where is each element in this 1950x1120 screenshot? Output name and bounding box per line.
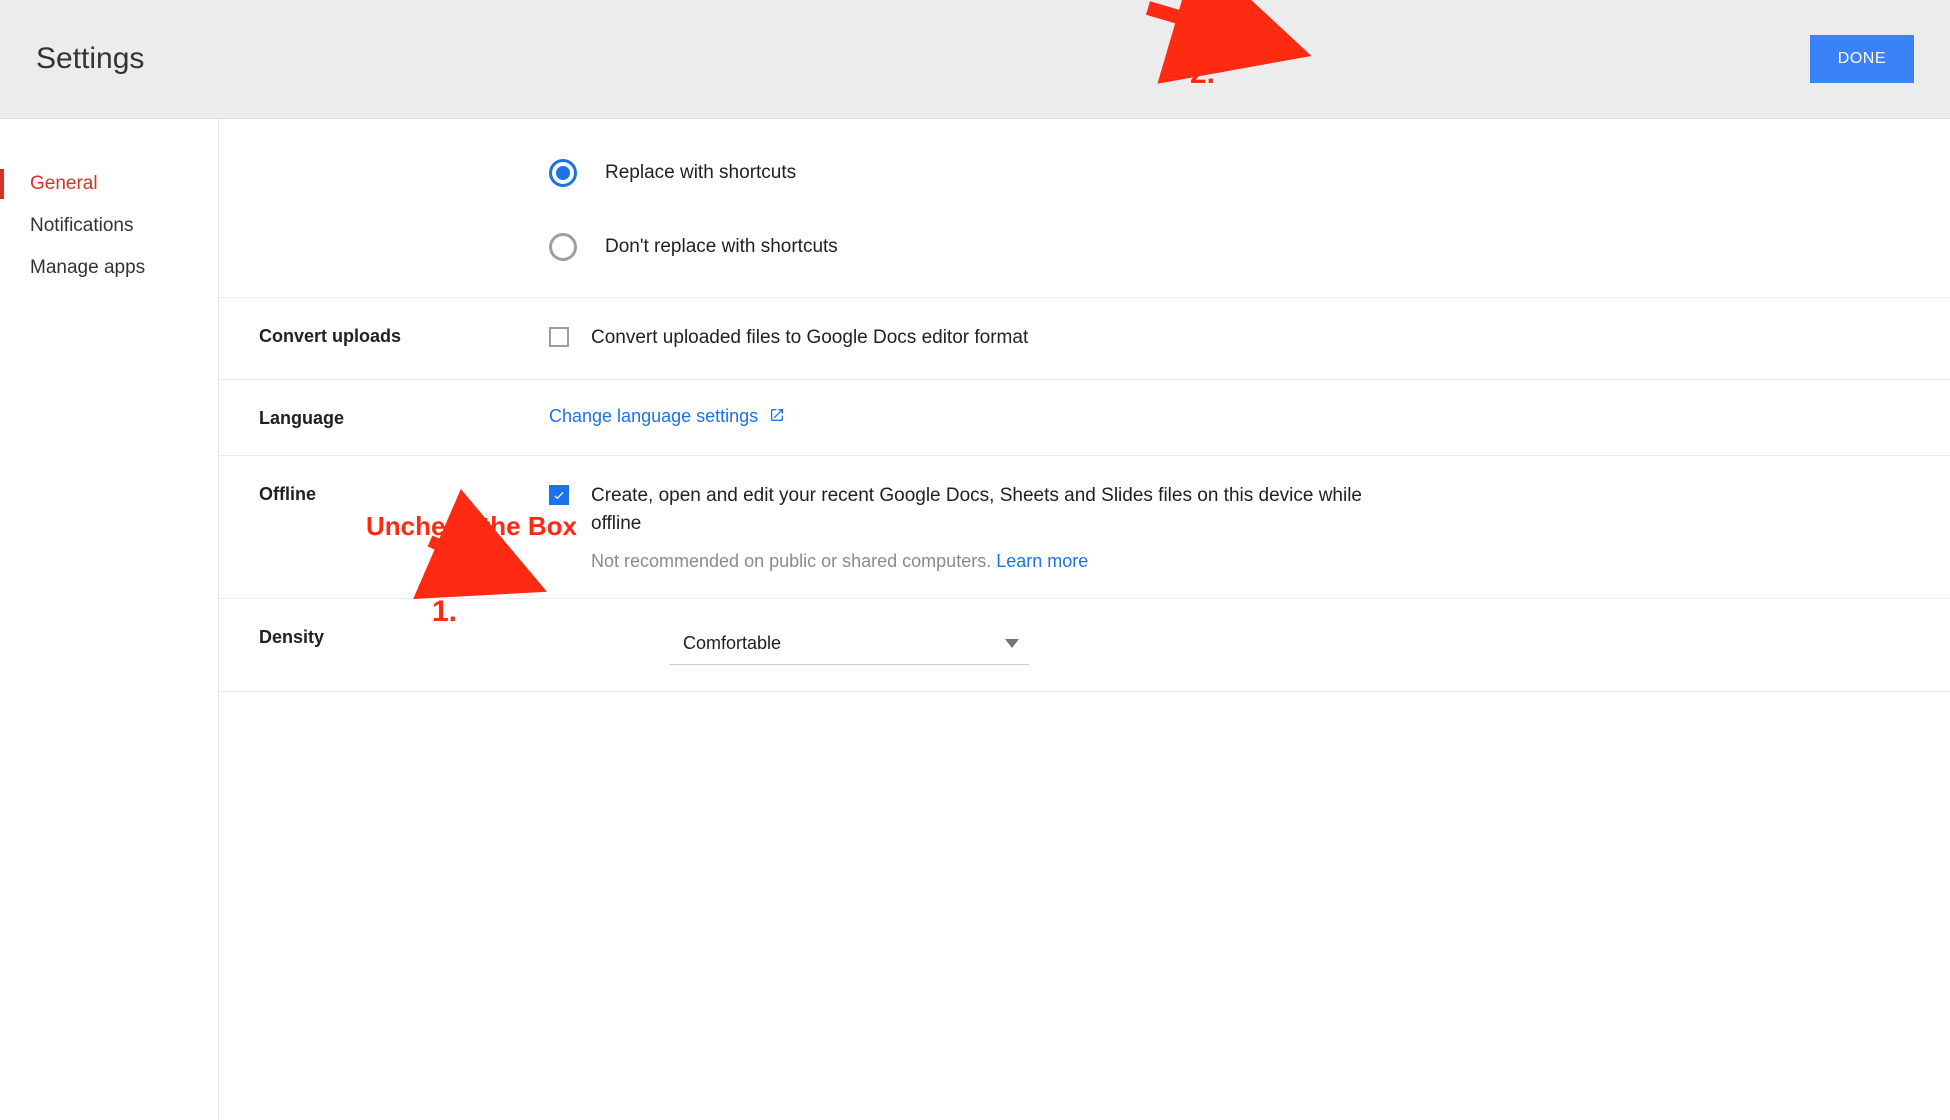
checkbox-label: Convert uploaded files to Google Docs ed…	[591, 324, 1028, 353]
link-text: Change language settings	[549, 406, 758, 426]
subtext: Not recommended on public or shared comp…	[591, 551, 996, 571]
sidebar-item-manage-apps[interactable]: Manage apps	[0, 247, 218, 289]
done-button[interactable]: DONE	[1810, 35, 1914, 83]
checkbox-label: Create, open and edit your recent Google…	[591, 482, 1411, 539]
learn-more-link[interactable]: Learn more	[996, 551, 1088, 571]
settings-body: General Notifications Manage apps Replac…	[0, 119, 1950, 1120]
settings-header: Settings DONE	[0, 0, 1950, 119]
checkbox-convert-uploads[interactable]	[549, 327, 569, 347]
radio-replace-shortcuts[interactable]: Replace with shortcuts	[549, 159, 1910, 187]
radio-dont-replace-shortcuts[interactable]: Don't replace with shortcuts	[549, 233, 1910, 261]
settings-main: Replace with shortcuts Don't replace wit…	[219, 119, 1950, 1120]
section-convert-uploads: Convert uploads Convert uploaded files t…	[219, 298, 1950, 380]
sidebar-item-label: Notifications	[30, 215, 134, 236]
section-offline: Offline Create, open and edit your recen…	[219, 456, 1950, 599]
settings-sidebar: General Notifications Manage apps	[0, 119, 219, 1120]
offline-subtext: Not recommended on public or shared comp…	[591, 551, 1411, 572]
open-external-icon	[769, 407, 785, 423]
radio-label: Don't replace with shortcuts	[605, 236, 838, 258]
density-select[interactable]: Comfortable	[669, 625, 1029, 665]
section-language: Language Change language settings	[219, 380, 1950, 456]
section-label: Density	[259, 625, 549, 648]
sidebar-item-general[interactable]: General	[0, 163, 218, 205]
radio-label: Replace with shortcuts	[605, 162, 796, 184]
section-label-blank	[259, 159, 549, 161]
radio-icon	[549, 159, 577, 187]
chevron-down-icon	[1005, 639, 1019, 648]
check-icon	[552, 488, 566, 502]
sidebar-item-label: Manage apps	[30, 257, 145, 278]
sidebar-item-notifications[interactable]: Notifications	[0, 205, 218, 247]
sidebar-item-label: General	[30, 173, 98, 194]
section-label: Convert uploads	[259, 324, 549, 347]
section-shortcuts: Replace with shortcuts Don't replace wit…	[219, 157, 1950, 298]
checkbox-offline[interactable]	[549, 485, 569, 505]
section-density: Density Comfortable	[219, 599, 1950, 692]
change-language-link[interactable]: Change language settings	[549, 406, 785, 426]
section-label: Language	[259, 406, 549, 429]
section-label: Offline	[259, 482, 549, 505]
radio-icon	[549, 233, 577, 261]
page-title: Settings	[36, 42, 144, 76]
density-value: Comfortable	[683, 633, 781, 654]
